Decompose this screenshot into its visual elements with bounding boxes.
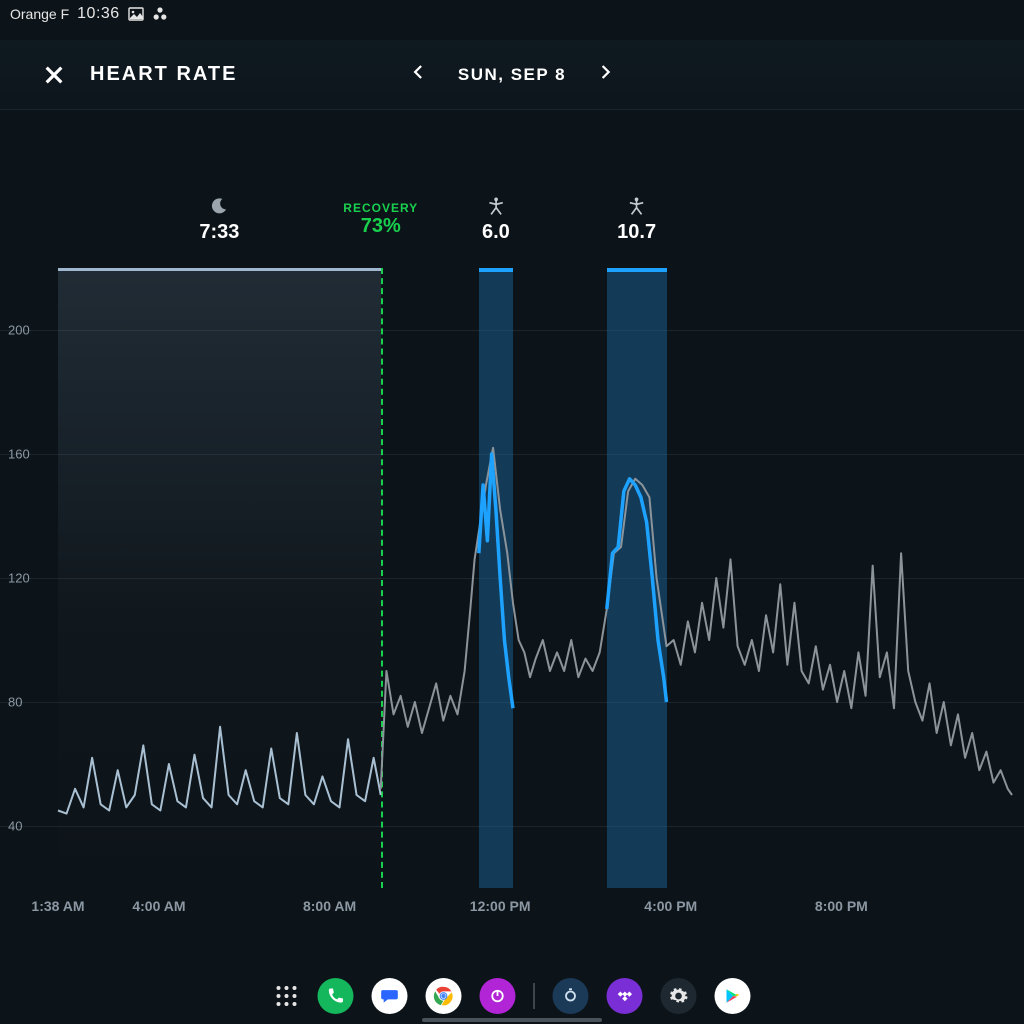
- sleep-value: 7:33: [199, 221, 239, 244]
- x-tick: 12:00 PM: [470, 898, 531, 914]
- moon-icon: [199, 195, 239, 217]
- tidal-app-icon[interactable]: [607, 978, 643, 1014]
- x-tick: 8:00 PM: [815, 898, 868, 914]
- app-header: HEART RATE SUN, SEP 8: [0, 40, 1024, 110]
- activity1-marker[interactable]: 6.0: [482, 195, 510, 244]
- x-tick: 4:00 PM: [644, 898, 697, 914]
- android-status-bar: Orange F 10:36: [0, 0, 1024, 28]
- dock-separator: [534, 983, 535, 1009]
- home-indicator: [422, 1018, 602, 1022]
- oura-app-icon[interactable]: [553, 978, 589, 1014]
- activity2-marker[interactable]: 10.7: [617, 195, 656, 244]
- status-clock: 10:36: [77, 5, 120, 23]
- chrome-app-icon[interactable]: [426, 978, 462, 1014]
- play-store-app-icon[interactable]: [715, 978, 751, 1014]
- messages-app-icon[interactable]: [372, 978, 408, 1014]
- hr-line-svg: [0, 268, 1024, 888]
- date-navigator: SUN, SEP 8: [410, 63, 614, 86]
- activity2-value: 10.7: [617, 221, 656, 244]
- prev-day-button[interactable]: [410, 63, 428, 86]
- x-tick: 4:00 AM: [132, 898, 185, 914]
- android-dock: [274, 978, 751, 1014]
- next-day-button[interactable]: [596, 63, 614, 86]
- app-drawer-button[interactable]: [274, 983, 300, 1009]
- date-label: SUN, SEP 8: [458, 65, 566, 85]
- x-axis-ticks: 1:38 AM 4:00 AM 8:00 AM 12:00 PM 4:00 PM 8:00…: [0, 898, 1024, 922]
- heart-rate-chart[interactable]: 4080120160200: [0, 268, 1024, 888]
- person-icon: [482, 195, 510, 217]
- person-icon: [617, 195, 656, 217]
- recovery-value: 73%: [343, 215, 418, 238]
- page-title: HEART RATE: [90, 63, 237, 86]
- recovery-marker[interactable]: RECOVERY 73%: [343, 201, 418, 238]
- sleep-marker[interactable]: 7:33: [199, 195, 239, 244]
- activity1-value: 6.0: [482, 221, 510, 244]
- chart-markers: 7:33 RECOVERY 73% 6.0 10.7: [0, 195, 1024, 267]
- recovery-label: RECOVERY: [343, 201, 418, 215]
- picture-icon: [128, 6, 144, 22]
- x-tick: 1:38 AM: [31, 898, 84, 914]
- x-tick: 8:00 AM: [303, 898, 356, 914]
- close-button[interactable]: [40, 61, 68, 89]
- settings-app-icon[interactable]: [661, 978, 697, 1014]
- cluster-icon: [152, 6, 168, 22]
- power-app-icon[interactable]: [480, 978, 516, 1014]
- carrier-label: Orange F: [10, 6, 69, 22]
- phone-app-icon[interactable]: [318, 978, 354, 1014]
